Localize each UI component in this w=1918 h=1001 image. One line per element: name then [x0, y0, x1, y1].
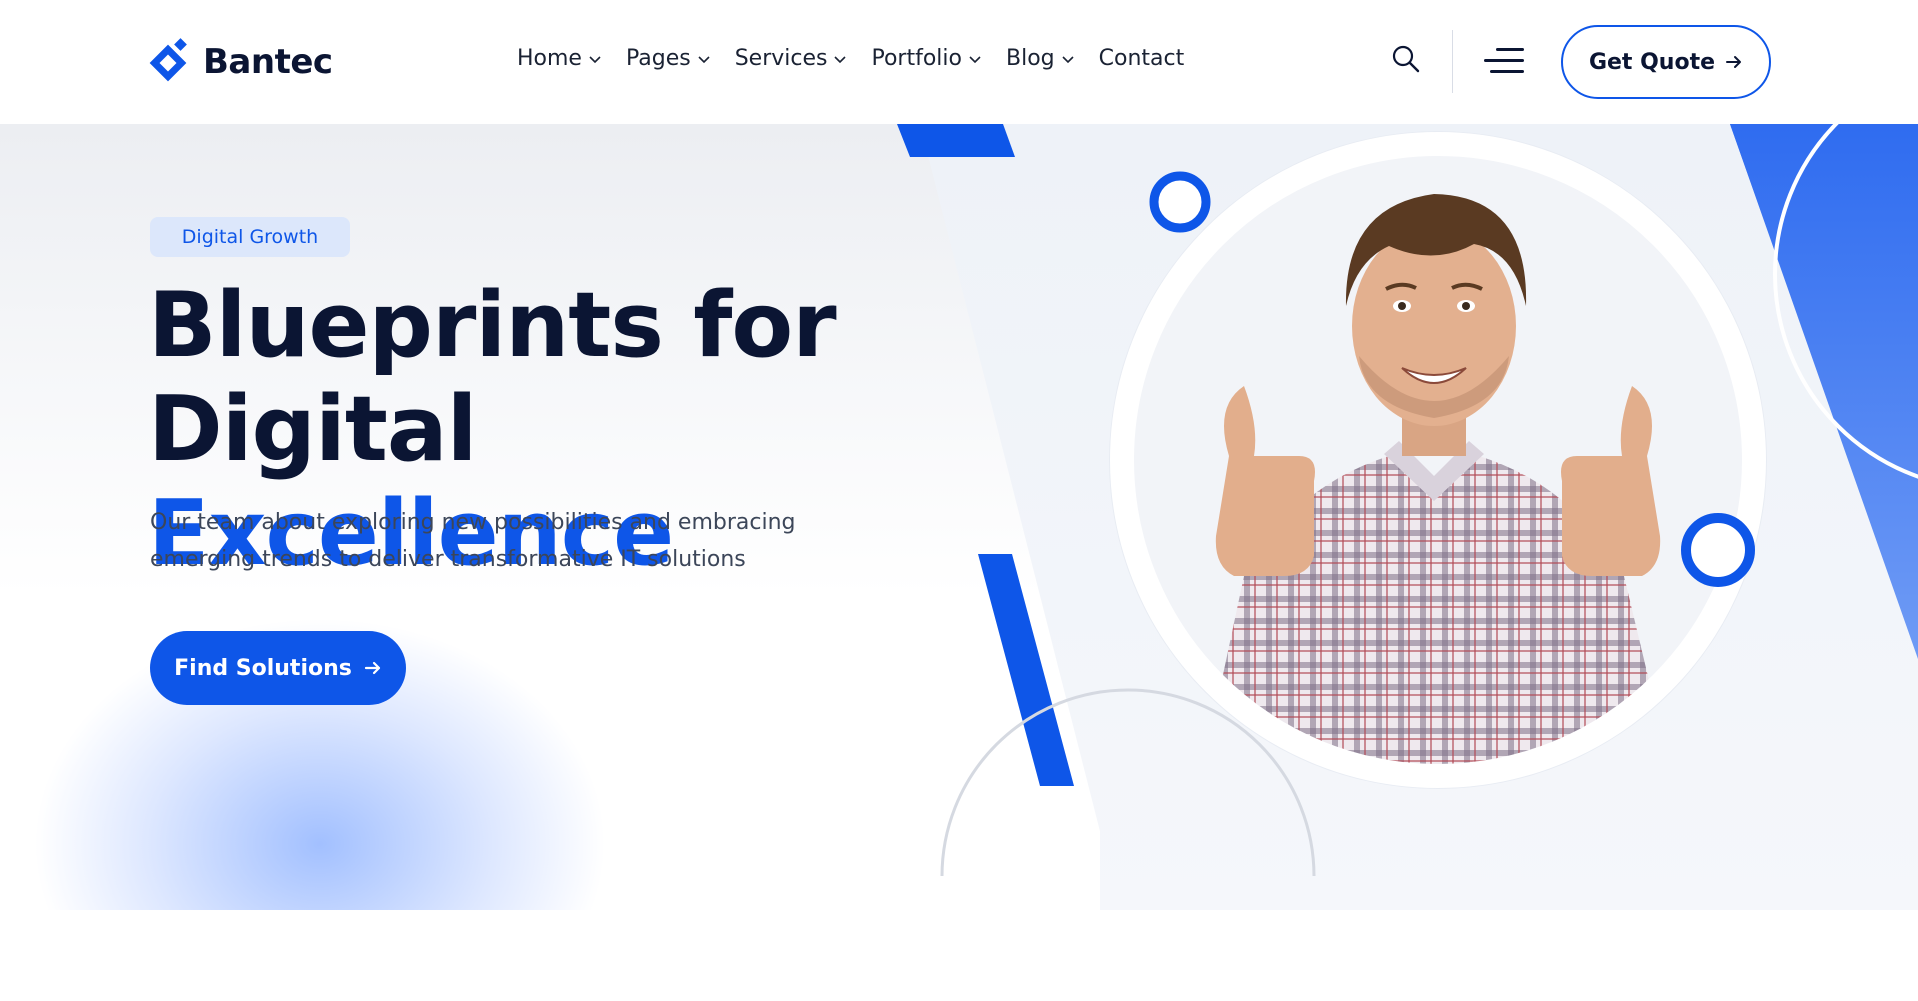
get-quote-button[interactable]: Get Quote: [1561, 25, 1771, 99]
chevron-down-icon: [1062, 55, 1074, 63]
hero-description: Our team about exploring new possibiliti…: [150, 510, 796, 572]
main-nav: Home Pages Services Portfolio Blog Conta…: [517, 46, 1184, 71]
site-header: Bantec Home Pages Services Portfolio Blo…: [0, 0, 1918, 124]
nav-item-blog[interactable]: Blog: [1006, 46, 1075, 71]
brand-name: Bantec: [203, 42, 333, 82]
chevron-down-icon: [969, 55, 981, 63]
get-quote-label: Get Quote: [1588, 49, 1716, 75]
nav-item-label: Contact: [1098, 46, 1185, 71]
hamburger-menu-icon[interactable]: [1484, 46, 1524, 76]
nav-item-label: Home: [517, 46, 582, 71]
person-thumbs-up-image: [1204, 194, 1669, 764]
nav-item-services[interactable]: Services: [735, 46, 848, 71]
nav-item-contact[interactable]: Contact: [1099, 46, 1185, 71]
bottom-blue-stripe: [978, 554, 1074, 786]
search-icon[interactable]: [1391, 44, 1421, 74]
nav-item-pages[interactable]: Pages: [626, 46, 711, 71]
chevron-down-icon: [834, 55, 847, 63]
nav-item-label: Portfolio: [871, 46, 962, 71]
chevron-down-icon: [589, 55, 601, 63]
top-blue-stripe: [897, 124, 1015, 157]
arrow-right-icon: [364, 661, 380, 675]
chevron-down-icon: [698, 55, 710, 63]
hero-badge: Digital Growth: [150, 217, 350, 257]
header-divider: [1452, 30, 1453, 93]
blue-ring-bottom: [1681, 513, 1755, 587]
hero-title-line1: Blueprints for: [148, 273, 837, 378]
nav-item-label: Pages: [625, 46, 691, 71]
hero-section: Digital Growth Blueprints for Digital Ex…: [0, 124, 1918, 910]
hero-photo-frame: [1110, 132, 1766, 788]
brand-logo-icon: [149, 38, 187, 82]
nav-item-label: Services: [734, 46, 828, 71]
brand-logo[interactable]: Bantec: [149, 38, 333, 86]
nav-item-label: Blog: [1006, 46, 1055, 71]
hero-title-line2: Digital: [148, 377, 477, 482]
arrow-right-icon: [1726, 56, 1742, 68]
nav-item-portfolio[interactable]: Portfolio: [871, 46, 982, 71]
find-solutions-label: Find Solutions: [174, 655, 352, 681]
find-solutions-button[interactable]: Find Solutions: [150, 631, 406, 705]
nav-item-home[interactable]: Home: [517, 46, 602, 71]
